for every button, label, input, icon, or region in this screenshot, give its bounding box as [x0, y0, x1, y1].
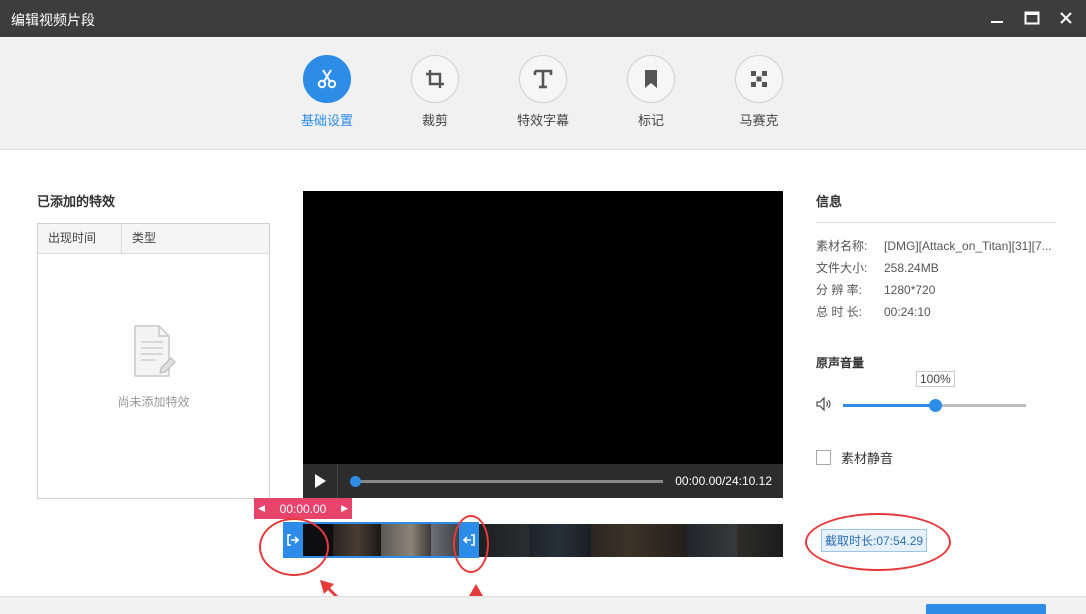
info-divider: [816, 222, 1056, 223]
checkbox-box[interactable]: [816, 450, 831, 465]
speaker-icon[interactable]: [816, 397, 832, 411]
filmstrip-frame: [737, 524, 783, 557]
info-key: 文件大小:: [816, 261, 868, 275]
start-time-prev-button[interactable]: ◀: [258, 503, 265, 514]
play-button[interactable]: [303, 464, 338, 498]
info-row-resolution: 分 辨 率: 1280*720: [816, 281, 935, 298]
play-icon: [315, 474, 326, 488]
annotation-circle-duration: [805, 513, 951, 571]
tab-crop[interactable]: 裁剪: [390, 55, 480, 129]
playback-progress-knob[interactable]: [350, 476, 361, 487]
annotation-circle-end-handle: [453, 515, 489, 573]
column-header-time: 出现时间: [38, 224, 122, 253]
info-key: 分 辨 率:: [816, 283, 863, 297]
tab-label: 裁剪: [421, 113, 448, 128]
bookmark-icon: [627, 55, 675, 103]
close-icon: [1060, 12, 1072, 24]
info-value: 258.24MB: [884, 261, 939, 275]
tab-bookmark[interactable]: 标记: [606, 55, 696, 129]
mosaic-icon: [735, 55, 783, 103]
empty-state: 尚未添加特效: [38, 324, 269, 410]
text-icon: [519, 55, 567, 103]
crop-icon: [411, 55, 459, 103]
tab-basic-settings[interactable]: 基础设置: [282, 55, 372, 129]
column-header-type: 类型: [132, 231, 157, 245]
filmstrip-frame: [529, 524, 591, 557]
maximize-icon: [1024, 11, 1040, 25]
confirm-button[interactable]: [926, 604, 1046, 614]
start-time-value: 00:00.00: [279, 501, 327, 516]
tab-label: 特效字幕: [516, 113, 569, 128]
filmstrip-frame: [591, 524, 687, 557]
volume-slider-fill: [843, 404, 935, 407]
effects-table-header: 出现时间 类型: [38, 224, 269, 254]
scissors-icon: [303, 55, 351, 103]
mute-checkbox[interactable]: 素材静音: [816, 448, 893, 467]
maximize-button[interactable]: [1020, 7, 1044, 29]
start-time-next-button[interactable]: ▶: [341, 503, 348, 514]
volume-value-tooltip: 100%: [916, 371, 955, 387]
annotation-circle-start-handle: [259, 518, 329, 576]
info-title: 信息: [816, 194, 843, 209]
effects-table: 出现时间 类型 尚未添加特效: [37, 223, 270, 499]
playback-progress-bar[interactable]: [350, 476, 663, 487]
info-key: 总 时 长:: [816, 305, 863, 319]
tab-mosaic[interactable]: 马赛克: [714, 55, 804, 129]
minimize-icon: [991, 21, 1003, 23]
tab-text-effects[interactable]: 特效字幕: [498, 55, 588, 129]
tab-label: 标记: [637, 113, 664, 128]
empty-document-icon: [133, 325, 176, 377]
info-row-duration: 总 时 长: 00:24:10: [816, 303, 931, 320]
info-row-filename: 素材名称: [DMG][Attack_on_Titan][31][7...: [816, 237, 1052, 254]
info-value: 1280*720: [884, 283, 936, 297]
info-row-filesize: 文件大小: 258.24MB: [816, 259, 939, 276]
info-key: 素材名称:: [816, 239, 868, 253]
info-value: 00:24:10: [884, 305, 931, 319]
window-title: 编辑视频片段: [11, 12, 95, 28]
mute-label: 素材静音: [841, 451, 894, 466]
tab-label: 基础设置: [300, 113, 353, 128]
empty-state-text: 尚未添加特效: [117, 395, 190, 409]
info-value: [DMG][Attack_on_Titan][31][7...: [884, 239, 1052, 253]
filmstrip-frame: [687, 524, 737, 557]
playback-timecode: 00:00.00/24:10.12: [675, 474, 772, 488]
volume-slider-knob[interactable]: [928, 399, 942, 412]
volume-slider[interactable]: [843, 399, 1026, 412]
video-preview[interactable]: [303, 191, 783, 464]
volume-title: 原声音量: [816, 356, 865, 370]
bottom-bar: [0, 596, 1086, 614]
effects-title: 已添加的特效: [37, 194, 116, 209]
title-bar: 编辑视频片段: [0, 0, 1086, 37]
player-controls: 00:00.00/24:10.12: [303, 464, 783, 498]
tab-label: 马赛克: [739, 113, 779, 128]
close-button[interactable]: [1054, 7, 1078, 29]
start-time-tag: ◀ 00:00.00 ▶: [254, 498, 352, 519]
minimize-button[interactable]: [985, 7, 1009, 29]
edit-toolbar: 基础设置 裁剪 特效字幕 标记 马赛克: [0, 37, 1086, 150]
